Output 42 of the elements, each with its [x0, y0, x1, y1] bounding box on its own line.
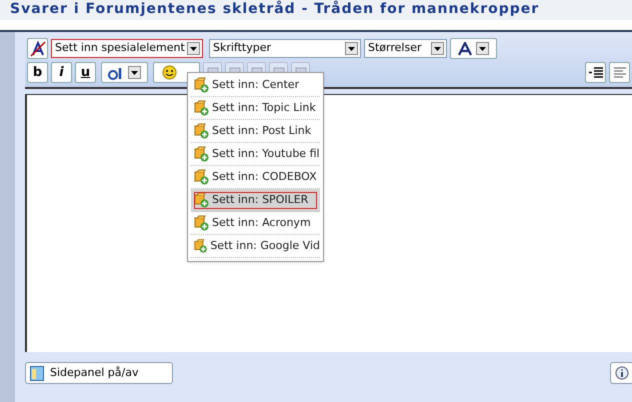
format-button[interactable]: b: [27, 62, 48, 83]
special-element-select[interactable]: Sett inn spesialelement: [51, 39, 203, 58]
menu-item[interactable]: Sett inn: SPOILER: [191, 189, 320, 212]
menu-item[interactable]: Sett inn: Acronym: [191, 212, 320, 235]
text-style-button[interactable]: [101, 62, 148, 83]
menu-item[interactable]: Sett inn: Topic Link: [191, 97, 320, 120]
panel-icon: [30, 366, 44, 380]
menu-item[interactable]: Sett inn: Center: [191, 74, 320, 97]
info-icon: [614, 366, 628, 380]
package-add-icon: [193, 146, 209, 162]
sidepanel-toggle-button[interactable]: Sidepanel på/av: [25, 362, 173, 384]
align-left-icon: [612, 66, 626, 80]
menu-item[interactable]: Sett inn: Post Link: [191, 120, 320, 143]
info-button[interactable]: [610, 362, 632, 384]
package-add-icon: [193, 238, 208, 254]
format-button[interactable]: i: [51, 62, 72, 83]
caret-icon: [476, 42, 489, 55]
caret-icon: [128, 66, 141, 79]
caret-icon: [345, 42, 358, 55]
align-left-button[interactable]: [609, 62, 630, 83]
font-color-button[interactable]: [450, 38, 497, 59]
menu-item[interactable]: Sett inn: Youtube fil: [191, 143, 320, 166]
remove-format-button[interactable]: [27, 38, 48, 59]
package-add-icon: [193, 169, 209, 185]
package-add-icon: [193, 123, 209, 139]
package-add-icon: [193, 77, 209, 93]
styled-letters-icon: [108, 66, 124, 80]
package-add-icon: [193, 192, 209, 208]
size-select[interactable]: Størrelser: [364, 39, 447, 58]
package-add-icon: [193, 100, 209, 116]
window-title: Svarer i Forumjentenes skletråd - Tråden for mannekropper: [10, 0, 540, 18]
strikethrough-a-icon: [30, 40, 46, 56]
caret-icon: [431, 42, 444, 55]
smiley-icon: [162, 65, 177, 80]
letter-a-icon: [458, 42, 472, 56]
caret-icon: [187, 42, 200, 55]
package-add-icon: [193, 215, 209, 231]
menu-item[interactable]: Sett inn: Google Vid: [191, 235, 320, 258]
indent-button[interactable]: [585, 62, 606, 83]
format-button[interactable]: u: [75, 62, 96, 83]
font-select[interactable]: Skrifttyper: [209, 39, 361, 58]
indent-icon: [588, 66, 602, 80]
